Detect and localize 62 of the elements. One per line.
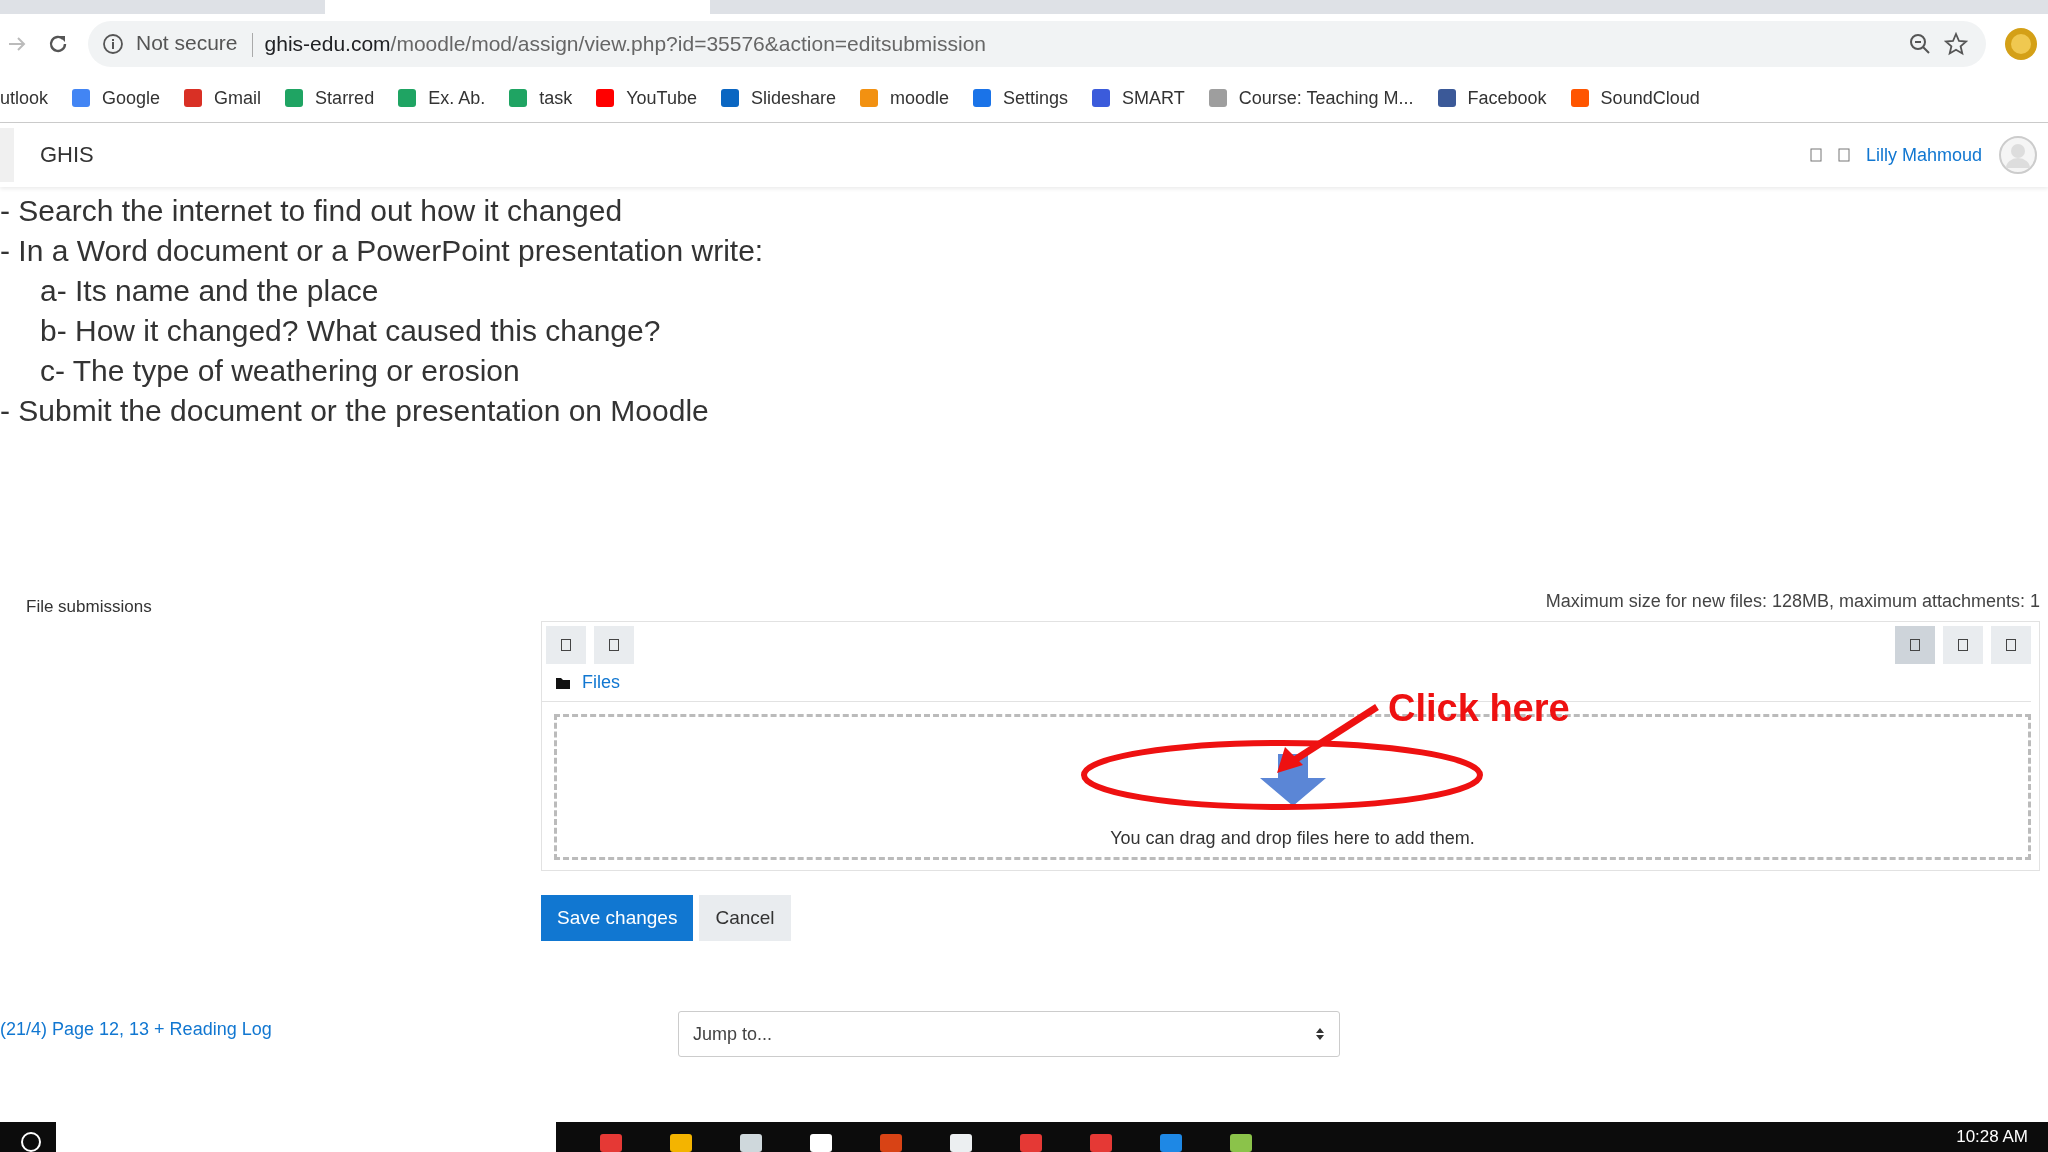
bookmark-link[interactable]: SoundCloud bbox=[1568, 87, 1700, 109]
view-mode-button[interactable] bbox=[1895, 626, 1935, 664]
bookmark-link[interactable]: Settings bbox=[971, 87, 1069, 109]
box-icon bbox=[561, 639, 571, 651]
box-icon bbox=[609, 639, 619, 651]
limits-text: Maximum size for new files: 128MB, maximum attachments: 1 bbox=[1544, 591, 2040, 613]
add-file-button[interactable] bbox=[546, 626, 586, 664]
bookmark-link[interactable]: Course: Teaching M... bbox=[1206, 87, 1414, 109]
box-icon bbox=[1958, 639, 1968, 651]
field-label: File submissions bbox=[25, 596, 153, 618]
bookmark-link[interactable]: Starred bbox=[283, 87, 375, 109]
bookmark-icon bbox=[70, 87, 93, 109]
security-label: Not secure bbox=[136, 31, 253, 57]
instruction-text: c- The type of weathering or erosion bbox=[39, 353, 521, 389]
bookmark-icon bbox=[858, 87, 880, 109]
create-folder-button[interactable] bbox=[594, 626, 634, 664]
info-icon bbox=[102, 33, 124, 55]
instruction-text: - Submit the document or the presentation on Moodle bbox=[0, 393, 710, 429]
sort-caret-icon bbox=[1315, 1027, 1325, 1041]
bookmark-icon bbox=[1206, 87, 1229, 109]
instruction-text: - In a Word document or a PowerPoint presentation write: bbox=[0, 233, 765, 269]
save-button[interactable]: Save changes bbox=[541, 895, 694, 941]
drop-hint: You can drag and drop files here to add them. bbox=[1110, 828, 1475, 849]
site-name[interactable]: GHIS bbox=[40, 142, 94, 168]
bookmark-icon bbox=[283, 87, 306, 109]
bookmark-icon bbox=[182, 87, 205, 109]
bookmark-icon bbox=[507, 87, 530, 109]
user-name-link[interactable]: Lilly Mahmoud bbox=[1865, 144, 1982, 166]
bookmark-link[interactable]: Ex. Ab. bbox=[396, 87, 486, 109]
previous-activity-link[interactable]: (21/4) Page 12, 13 + Reading Log bbox=[0, 1018, 678, 1040]
bookmark-icon bbox=[971, 87, 994, 109]
folder-link[interactable]: Files bbox=[582, 672, 620, 693]
instruction-text: b- How it changed? What caused this change? bbox=[39, 313, 662, 349]
bookmark-link[interactable]: SMART bbox=[1090, 87, 1185, 109]
bookmark-icon bbox=[1568, 87, 1591, 109]
clock: 10:28 AM bbox=[1956, 1127, 2028, 1147]
bookmark-link[interactable]: YouTube bbox=[594, 87, 697, 109]
address-bar[interactable]: Not secure ghis-edu.com/moodle/mod/assign/view.php?id=35576&action=editsubmission bbox=[88, 21, 1986, 67]
box-icon bbox=[1910, 639, 1920, 651]
bookmark-link[interactable]: Google bbox=[70, 87, 161, 109]
box-icon bbox=[2006, 639, 2016, 651]
bookmark-link[interactable]: Facebook bbox=[1435, 87, 1547, 109]
instruction-text: - Search the internet to find out how it changed bbox=[0, 193, 624, 229]
url-text: ghis-edu.com/moodle/mod/assign/view.php?id=35576&action=editsubmission bbox=[264, 32, 986, 56]
jump-select[interactable]: Jump to... bbox=[678, 1011, 1340, 1057]
instruction-text: a- Its name and the place bbox=[39, 273, 380, 309]
bookmark-link[interactable]: moodle bbox=[858, 87, 950, 109]
folder-icon bbox=[556, 676, 570, 689]
bookmark-icon bbox=[1435, 87, 1458, 109]
star-icon[interactable] bbox=[1944, 32, 1968, 56]
bookmark-icon bbox=[1090, 87, 1113, 109]
bookmark-icon bbox=[718, 87, 741, 109]
bookmark-link[interactable]: Gmail bbox=[182, 87, 262, 109]
view-mode-button[interactable] bbox=[1991, 626, 2031, 664]
bookmark-icon bbox=[594, 87, 617, 109]
view-mode-button[interactable] bbox=[1943, 626, 1983, 664]
bookmark-link[interactable]: task bbox=[507, 87, 573, 109]
cancel-button[interactable]: Cancel bbox=[699, 895, 791, 941]
bookmark-link[interactable]: Slideshare bbox=[718, 87, 836, 109]
bookmark-link[interactable]: utlook bbox=[0, 87, 49, 109]
bookmark-icon bbox=[396, 87, 419, 109]
zoom-icon[interactable] bbox=[1908, 32, 1932, 56]
